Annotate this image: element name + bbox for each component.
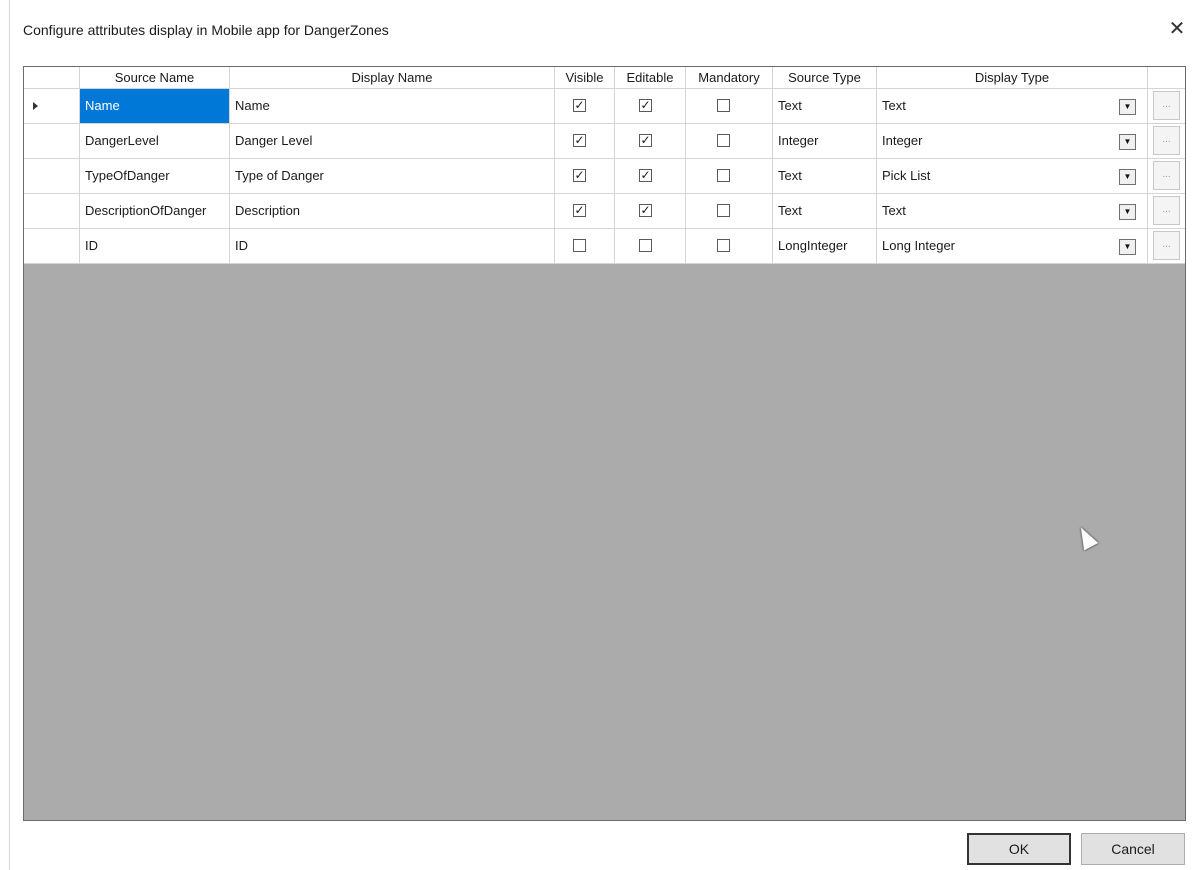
mandatory-checkbox[interactable] [717, 204, 730, 217]
editable-cell: ✓ [615, 89, 686, 123]
column-header-display-name[interactable]: Display Name [230, 67, 555, 88]
editable-checkbox[interactable]: ✓ [639, 134, 652, 147]
mandatory-cell [686, 194, 773, 228]
ellipsis-cell: ... [1148, 229, 1185, 263]
visible-checkbox[interactable]: ✓ [573, 169, 586, 182]
editable-checkbox[interactable] [639, 239, 652, 252]
source-name-cell[interactable]: TypeOfDanger [80, 159, 230, 193]
grid-header: Source Name Display Name Visible Editabl… [24, 67, 1185, 89]
row-header[interactable] [24, 159, 80, 193]
editable-checkbox[interactable]: ✓ [639, 169, 652, 182]
source-name-cell[interactable]: Name [80, 89, 230, 123]
title-bar: Configure attributes display in Mobile a… [10, 0, 1198, 58]
visible-cell: ✓ [555, 159, 615, 193]
row-header[interactable] [24, 124, 80, 158]
table-row[interactable]: Name Name ✓ ✓ Text Text ▼ ... [24, 89, 1185, 124]
display-type-combo[interactable]: Integer ▼ [877, 124, 1148, 158]
row-header-corner [24, 67, 80, 88]
source-name-cell[interactable]: DangerLevel [80, 124, 230, 158]
visible-checkbox[interactable] [573, 239, 586, 252]
column-header-source-name[interactable]: Source Name [80, 67, 230, 88]
ok-button[interactable]: OK [967, 833, 1071, 865]
table-row[interactable]: TypeOfDanger Type of Danger ✓ ✓ Text Pic… [24, 159, 1185, 194]
dropdown-arrow-icon[interactable]: ▼ [1119, 169, 1136, 185]
display-type-combo[interactable]: Text ▼ [877, 89, 1148, 123]
ellipsis-cell: ... [1148, 124, 1185, 158]
ellipsis-button[interactable]: ... [1153, 231, 1180, 260]
editable-cell: ✓ [615, 124, 686, 158]
editable-checkbox[interactable]: ✓ [639, 99, 652, 112]
source-name-cell[interactable]: ID [80, 229, 230, 263]
display-name-cell[interactable]: Description [230, 194, 555, 228]
close-icon[interactable]: ✕ [1161, 14, 1193, 44]
row-header[interactable] [24, 194, 80, 228]
editable-cell: ✓ [615, 159, 686, 193]
source-type-cell: LongInteger [773, 229, 877, 263]
dropdown-arrow-icon[interactable]: ▼ [1119, 239, 1136, 255]
display-type-value: Pick List [882, 168, 931, 183]
ellipsis-button[interactable]: ... [1153, 196, 1180, 225]
ellipsis-button[interactable]: ... [1153, 126, 1180, 155]
display-type-value: Text [882, 98, 906, 113]
mandatory-cell [686, 124, 773, 158]
ellipsis-button[interactable]: ... [1153, 161, 1180, 190]
dropdown-arrow-icon[interactable]: ▼ [1119, 204, 1136, 220]
column-header-extra [1148, 67, 1185, 88]
display-name-cell[interactable]: Type of Danger [230, 159, 555, 193]
visible-checkbox[interactable]: ✓ [573, 204, 586, 217]
display-type-value: Integer [882, 133, 923, 148]
mandatory-cell [686, 159, 773, 193]
mandatory-cell [686, 229, 773, 263]
table-row[interactable]: DescriptionOfDanger Description ✓ ✓ Text… [24, 194, 1185, 229]
visible-cell: ✓ [555, 89, 615, 123]
source-type-cell: Text [773, 159, 877, 193]
display-type-combo[interactable]: Long Integer ▼ [877, 229, 1148, 263]
column-header-source-type[interactable]: Source Type [773, 67, 877, 88]
mandatory-checkbox[interactable] [717, 134, 730, 147]
display-type-combo[interactable]: Text ▼ [877, 194, 1148, 228]
ellipsis-cell: ... [1148, 159, 1185, 193]
ellipsis-cell: ... [1148, 194, 1185, 228]
source-type-cell: Text [773, 194, 877, 228]
display-type-value: Long Integer [882, 238, 956, 253]
visible-cell: ✓ [555, 194, 615, 228]
editable-cell [615, 229, 686, 263]
display-name-cell[interactable]: Danger Level [230, 124, 555, 158]
ellipsis-button[interactable]: ... [1153, 91, 1180, 120]
source-type-cell: Text [773, 89, 877, 123]
visible-checkbox[interactable]: ✓ [573, 134, 586, 147]
attributes-grid[interactable]: Source Name Display Name Visible Editabl… [23, 66, 1186, 821]
current-row-arrow-icon [33, 102, 38, 110]
editable-checkbox[interactable]: ✓ [639, 204, 652, 217]
display-name-cell[interactable]: Name [230, 89, 555, 123]
visible-cell [555, 229, 615, 263]
column-header-visible[interactable]: Visible [555, 67, 615, 88]
source-type-cell: Integer [773, 124, 877, 158]
editable-cell: ✓ [615, 194, 686, 228]
mandatory-checkbox[interactable] [717, 239, 730, 252]
mandatory-cell [686, 89, 773, 123]
mandatory-checkbox[interactable] [717, 169, 730, 182]
column-header-mandatory[interactable]: Mandatory [686, 67, 773, 88]
dialog-title: Configure attributes display in Mobile a… [23, 22, 389, 38]
ellipsis-cell: ... [1148, 89, 1185, 123]
display-name-cell[interactable]: ID [230, 229, 555, 263]
table-row[interactable]: DangerLevel Danger Level ✓ ✓ Integer Int… [24, 124, 1185, 159]
visible-checkbox[interactable]: ✓ [573, 99, 586, 112]
mandatory-checkbox[interactable] [717, 99, 730, 112]
row-header[interactable] [24, 89, 80, 123]
table-row[interactable]: ID ID LongInteger Long Integer ▼ ... [24, 229, 1185, 264]
cancel-button[interactable]: Cancel [1081, 833, 1185, 865]
column-header-display-type[interactable]: Display Type [877, 67, 1148, 88]
display-type-value: Text [882, 203, 906, 218]
dropdown-arrow-icon[interactable]: ▼ [1119, 134, 1136, 150]
visible-cell: ✓ [555, 124, 615, 158]
row-header[interactable] [24, 229, 80, 263]
configure-attributes-dialog: Configure attributes display in Mobile a… [9, 0, 1198, 870]
column-header-editable[interactable]: Editable [615, 67, 686, 88]
dropdown-arrow-icon[interactable]: ▼ [1119, 99, 1136, 115]
display-type-combo[interactable]: Pick List ▼ [877, 159, 1148, 193]
source-name-cell[interactable]: DescriptionOfDanger [80, 194, 230, 228]
